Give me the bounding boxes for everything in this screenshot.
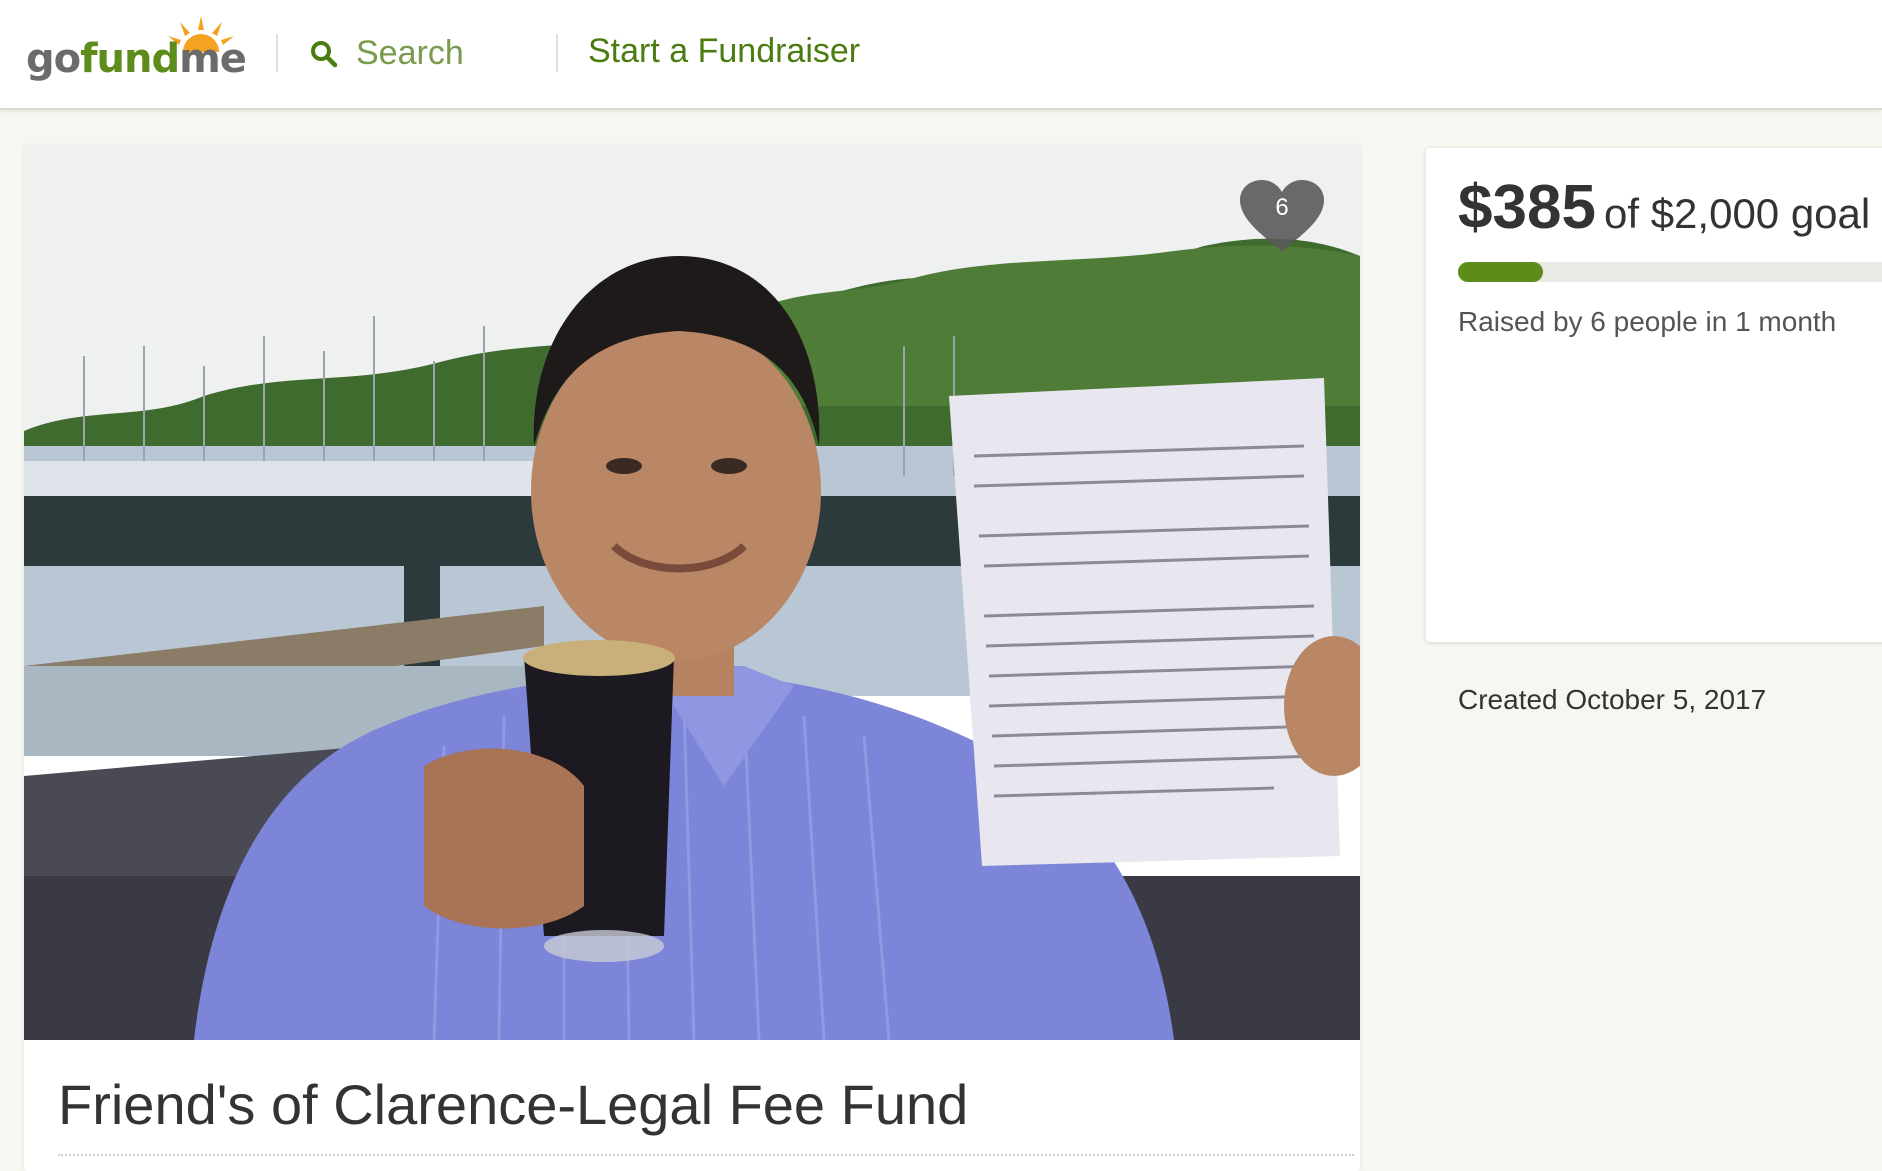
progress-bar bbox=[1458, 262, 1882, 282]
title-divider bbox=[58, 1154, 1354, 1156]
heart-button[interactable]: 6 bbox=[1240, 180, 1324, 254]
donation-summary-panel: $385 of $2,000 goal Raised by 6 people i… bbox=[1426, 148, 1882, 642]
raised-by-text: Raised by 6 people in 1 month bbox=[1458, 306, 1837, 337]
nav-divider bbox=[556, 34, 558, 72]
campaign-card: 6 Friend's of Clarence-Legal Fee Fund bbox=[24, 146, 1360, 1171]
campaign-photo bbox=[24, 146, 1360, 1040]
logo-go: go bbox=[26, 36, 81, 82]
gofundme-logo[interactable]: gofundme bbox=[26, 14, 247, 84]
heart-count: 6 bbox=[1275, 194, 1289, 221]
search-icon bbox=[311, 41, 338, 68]
created-date: Created October 5, 2017 bbox=[1458, 684, 1767, 715]
amount-raised: $385 bbox=[1458, 173, 1596, 242]
campaign-photo-illustration bbox=[24, 146, 1360, 1040]
logo-wordmark: gofundme bbox=[26, 36, 247, 82]
progress-bar-fill bbox=[1458, 262, 1543, 282]
logo-fund: fund bbox=[80, 36, 180, 82]
campaign-title: Friend's of Clarence-Legal Fee Fund bbox=[58, 1073, 969, 1136]
goal-text: of $2,000 goal bbox=[1604, 190, 1871, 237]
search-button[interactable]: Search bbox=[306, 30, 536, 80]
logo-me: me bbox=[179, 36, 247, 82]
search-label: Search bbox=[356, 34, 464, 72]
nav-divider bbox=[276, 34, 278, 72]
top-navigation-bar: gofundme Search Start a Fundraiser bbox=[0, 0, 1882, 110]
start-fundraiser-link[interactable]: Start a Fundraiser bbox=[588, 32, 860, 71]
